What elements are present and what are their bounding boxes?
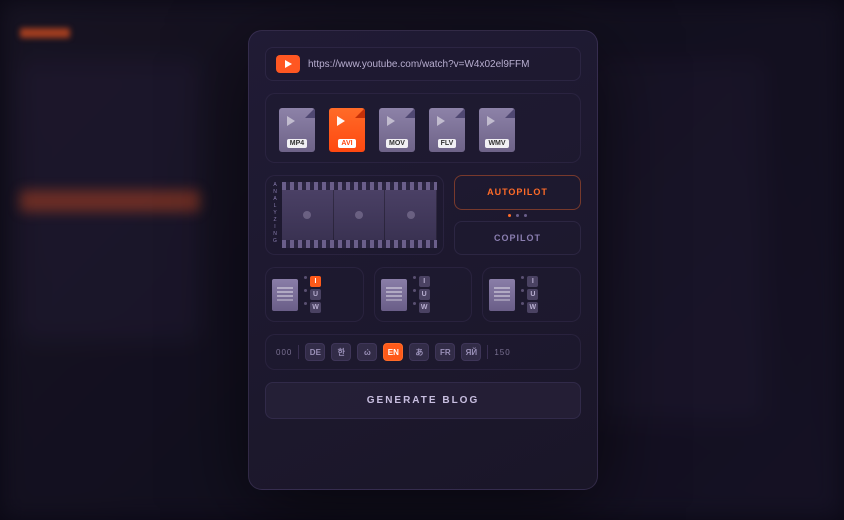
- copilot-button[interactable]: COPILOT: [454, 221, 581, 256]
- document-icon: [272, 279, 298, 311]
- template-3[interactable]: I U W: [482, 267, 581, 322]
- format-flv[interactable]: FLV: [426, 104, 468, 152]
- lang-ru[interactable]: ЯЙ: [461, 343, 481, 361]
- template-selector: I U W I U W I U W: [265, 267, 581, 322]
- lang-ko[interactable]: 한: [331, 343, 351, 361]
- url-input-row[interactable]: https://www.youtube.com/watch?v=W4x02el9…: [265, 47, 581, 81]
- format-selector: MP4 AVI MOV FLV WMV: [265, 93, 581, 163]
- mode-column: AUTOPILOT COPILOT: [454, 175, 581, 255]
- accent-bar: [20, 28, 70, 38]
- lang-de[interactable]: DE: [305, 343, 325, 361]
- generate-button[interactable]: GENERATE BLOG: [265, 382, 581, 419]
- analyzing-panel: ANALYZING: [265, 175, 444, 255]
- document-icon: [489, 279, 515, 311]
- document-icon: [381, 279, 407, 311]
- url-input[interactable]: https://www.youtube.com/watch?v=W4x02el9…: [308, 59, 570, 70]
- accent-bar-2: [20, 190, 200, 212]
- lang-jp[interactable]: あ: [409, 343, 429, 361]
- language-selector: 000 DE 한 ώ EN あ FR ЯЙ 150: [265, 334, 581, 370]
- autopilot-button[interactable]: AUTOPILOT: [454, 175, 581, 210]
- lang-gr[interactable]: ώ: [357, 343, 377, 361]
- template-2[interactable]: I U W: [374, 267, 473, 322]
- count-left: 000: [276, 348, 292, 357]
- format-mov[interactable]: MOV: [376, 104, 418, 152]
- format-avi[interactable]: AVI: [326, 104, 368, 152]
- count-right: 150: [494, 348, 510, 357]
- analyzing-label: ANALYZING: [272, 182, 278, 248]
- filmstrip-icon: [282, 182, 437, 248]
- lang-fr[interactable]: FR: [435, 343, 455, 361]
- youtube-icon: [276, 55, 300, 73]
- mode-indicator-dots: [454, 214, 581, 217]
- template-1[interactable]: I U W: [265, 267, 364, 322]
- generator-modal: https://www.youtube.com/watch?v=W4x02el9…: [248, 30, 598, 490]
- format-mp4[interactable]: MP4: [276, 104, 318, 152]
- lang-en[interactable]: EN: [383, 343, 403, 361]
- format-wmv[interactable]: WMV: [476, 104, 518, 152]
